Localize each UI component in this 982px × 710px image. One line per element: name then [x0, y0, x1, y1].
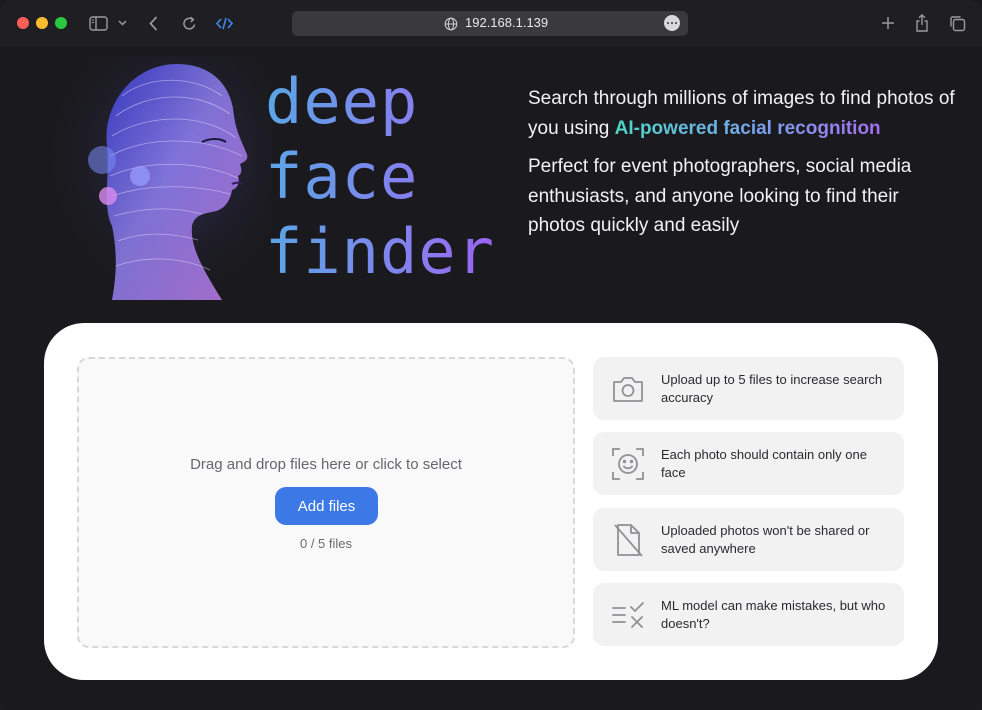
minimize-window-button[interactable] — [36, 17, 48, 29]
camera-icon — [609, 370, 647, 408]
tip-item: Each photo should contain only one face — [593, 432, 904, 495]
logo-line-face: face — [265, 139, 495, 214]
share-icon[interactable] — [913, 12, 931, 34]
chevron-down-icon[interactable] — [116, 12, 128, 34]
hero-description: Search through millions of images to fin… — [528, 84, 958, 250]
checklist-icon — [609, 596, 647, 634]
sidebar-icon[interactable] — [87, 12, 109, 34]
zoom-window-button[interactable] — [55, 17, 67, 29]
browser-window: 192.168.1.139 deep face finder Search th… — [0, 0, 982, 710]
code-icon[interactable] — [213, 12, 235, 34]
dropzone-instructions: Drag and drop files here or click to sel… — [190, 456, 462, 473]
tip-text: Each photo should contain only one face — [661, 447, 867, 480]
tabs-overview-icon[interactable] — [947, 12, 967, 34]
highlight-ai-recognition: AI-powered facial recognition — [614, 117, 881, 139]
reload-icon[interactable] — [180, 12, 198, 34]
close-window-button[interactable] — [17, 17, 29, 29]
address-bar[interactable]: 192.168.1.139 — [292, 11, 688, 36]
face-illustration — [52, 56, 272, 306]
app-logo: deep face finder — [265, 64, 495, 289]
add-files-button[interactable]: Add files — [275, 487, 378, 525]
file-count: 0 / 5 files — [299, 536, 353, 551]
tip-text: Uploaded photos won't be shared or saved… — [661, 523, 870, 556]
hero-paragraph-2: Perfect for event photographers, social … — [528, 156, 912, 236]
tip-text: ML model can make mistakes, but who does… — [661, 598, 886, 631]
tip-text: Upload up to 5 files to increase search … — [661, 372, 883, 405]
tip-item: Uploaded photos won't be shared or saved… — [593, 508, 904, 571]
face-scan-icon — [609, 445, 647, 483]
no-file-icon — [609, 521, 647, 559]
tip-item: ML model can make mistakes, but who does… — [593, 583, 904, 646]
browser-toolbar: 192.168.1.139 — [0, 0, 982, 46]
tip-item: Upload up to 5 files to increase search … — [593, 357, 904, 420]
hero-paragraph-1: Search through millions of images to fin… — [528, 84, 958, 143]
new-tab-icon[interactable] — [879, 12, 897, 34]
logo-line-deep: deep — [265, 64, 495, 139]
address-url: 192.168.1.139 — [465, 15, 549, 30]
back-icon[interactable] — [145, 12, 161, 34]
file-dropzone[interactable]: Drag and drop files here or click to sel… — [77, 357, 575, 648]
upload-card: Drag and drop files here or click to sel… — [44, 323, 938, 680]
more-icon[interactable] — [664, 15, 680, 31]
globe-icon — [444, 16, 458, 35]
logo-line-finder: finder — [265, 215, 495, 288]
